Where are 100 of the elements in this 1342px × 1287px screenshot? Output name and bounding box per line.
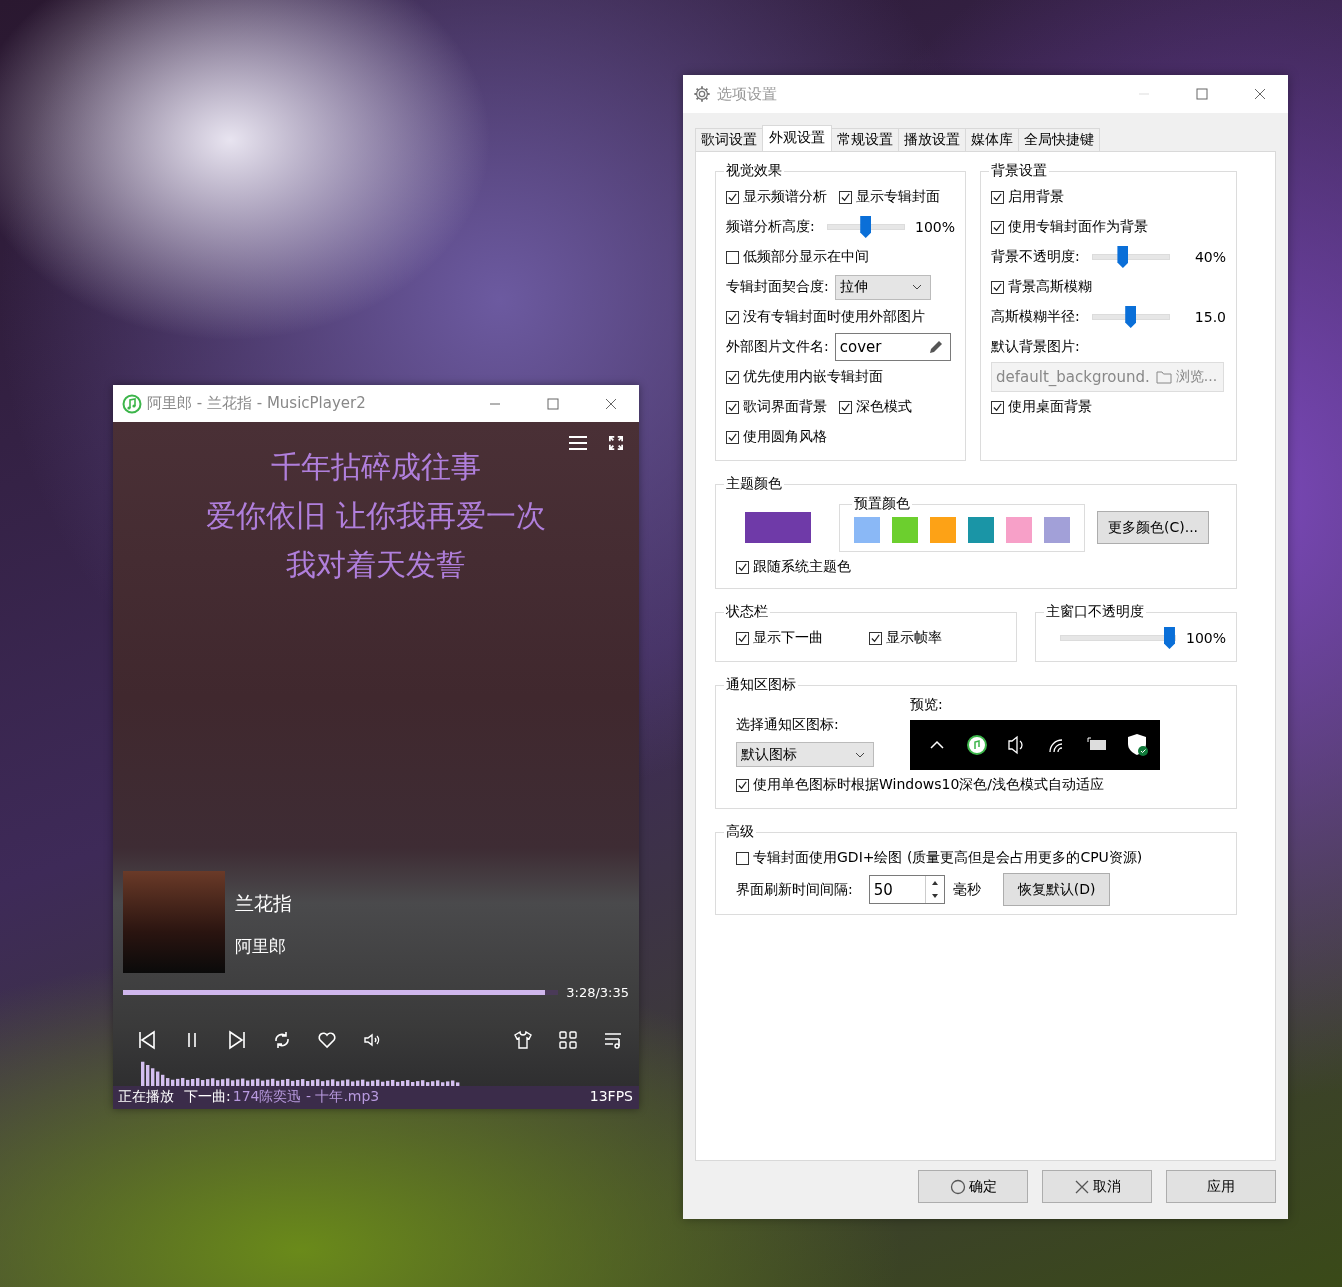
checkbox-label: 优先使用内嵌专辑封面 [743, 368, 883, 386]
group-title: 通知区图标 [725, 676, 797, 694]
checkbox[interactable] [726, 310, 739, 324]
checkbox[interactable] [736, 560, 749, 574]
menu-icon[interactable] [569, 436, 587, 450]
checkbox-label: 低频部分显示在中间 [743, 248, 869, 266]
checkbox-label: 使用圆角风格 [743, 428, 827, 446]
checkbox[interactable] [736, 851, 749, 865]
checkbox-label: 显示下一曲 [753, 629, 823, 647]
lyric-line: 爱你依旧 让你我再爱一次 [206, 497, 546, 534]
checkbox-label: 使用桌面背景 [1008, 398, 1092, 416]
settings-icon [693, 85, 711, 103]
checkbox[interactable] [736, 631, 749, 645]
slider-thumb[interactable] [1163, 627, 1175, 649]
checkbox-label: 使用专辑封面作为背景 [1008, 218, 1148, 236]
maximize-icon[interactable] [547, 397, 559, 410]
checkbox-label: 使用单色图标时根据Windows10深色/浅色模式自动适应 [753, 776, 1105, 794]
input-field[interactable]: cover [834, 333, 951, 361]
tab[interactable]: 歌词设置 [695, 128, 763, 151]
checkbox-label: 跟随系统主题色 [753, 558, 851, 576]
lyric-line: 千年拈碎成往事 [271, 448, 481, 485]
more-colors-button[interactable]: 更多颜色(C)... [1097, 511, 1210, 544]
number-field[interactable]: 50 [868, 875, 945, 904]
slider-label: 高斯模糊半径: [991, 308, 1080, 326]
color-swatch[interactable] [854, 517, 880, 543]
artist-name: 阿里郎 [235, 935, 287, 958]
checkbox[interactable] [726, 370, 739, 384]
time-display: 3:28/3:35 [566, 985, 629, 1000]
next-song-name: 174陈奕迅 - 十年.mp3 [232, 1088, 380, 1106]
fullscreen-icon[interactable] [607, 436, 625, 450]
field-label: 默认背景图片: [991, 338, 1080, 356]
checkbox[interactable] [991, 280, 1004, 294]
checkbox[interactable] [726, 430, 739, 444]
field-label: 专辑封面契合度: [726, 278, 829, 296]
checkbox[interactable] [736, 778, 749, 792]
cross-icon [1073, 1178, 1090, 1195]
color-swatch[interactable] [1044, 517, 1070, 543]
checkbox[interactable] [726, 250, 739, 264]
chevron-down-icon [855, 751, 865, 758]
checkbox[interactable] [991, 190, 1004, 204]
field-label: 界面刷新时间间隔: [736, 880, 853, 899]
checkbox-label: 显示专辑封面 [856, 188, 940, 206]
dropdown[interactable]: 拉伸 [834, 274, 931, 300]
color-swatch[interactable] [892, 517, 918, 543]
checkbox[interactable] [839, 400, 852, 414]
song-title: 兰花指 [235, 891, 292, 916]
checkbox-label: 显示帧率 [886, 629, 942, 647]
slider-value: 100% [914, 219, 955, 235]
shirt-icon[interactable] [513, 1030, 533, 1050]
pencil-icon[interactable] [927, 339, 944, 355]
status-label: 正在播放 [118, 1088, 174, 1106]
window-title: 选项设置 [717, 84, 777, 104]
checkbox[interactable] [991, 400, 1004, 414]
restore-defaults-button[interactable]: 恢复默认(D) [1002, 873, 1111, 906]
checkbox[interactable] [869, 631, 882, 645]
slider-thumb[interactable] [860, 216, 872, 238]
dropdown[interactable]: 默认图标 [736, 742, 874, 767]
repeat-icon[interactable] [272, 1030, 292, 1050]
ok-button[interactable]: 确定 [918, 1170, 1028, 1203]
group-title: 预置颜色 [853, 495, 911, 513]
next-song-label: 下一曲: [184, 1088, 231, 1106]
close-icon[interactable] [1254, 88, 1266, 100]
checkbox[interactable] [726, 190, 739, 204]
group-title: 主窗口不透明度 [1045, 603, 1145, 621]
checkbox-label: 启用背景 [1008, 188, 1064, 206]
playlist-icon[interactable] [603, 1030, 623, 1050]
group-title: 状态栏 [725, 603, 769, 621]
checkbox[interactable] [839, 190, 852, 204]
checkbox-label: 背景高斯模糊 [1008, 278, 1092, 296]
window-title: 阿里郎 - 兰花指 - MusicPlayer2 [147, 394, 366, 413]
color-swatch[interactable] [968, 517, 994, 543]
chevron-down-icon [911, 284, 922, 290]
slider-thumb[interactable] [1125, 306, 1137, 328]
slider-value: 15.0 [1194, 309, 1226, 325]
slider-value: 100% [1185, 630, 1226, 646]
tab[interactable]: 全局快捷键 [1018, 128, 1100, 151]
next-icon[interactable] [227, 1030, 247, 1050]
field-label: 预览: [910, 696, 944, 714]
close-icon[interactable] [605, 397, 617, 410]
checkbox[interactable] [726, 400, 739, 414]
group-title: 高级 [725, 823, 755, 841]
color-swatch[interactable] [930, 517, 956, 543]
slider-thumb[interactable] [1117, 246, 1129, 268]
apply-button[interactable]: 应用 [1166, 1170, 1276, 1203]
grid-icon[interactable] [558, 1030, 578, 1050]
group-title: 背景设置 [990, 162, 1048, 180]
heart-icon[interactable] [317, 1030, 337, 1050]
tab[interactable]: 外观设置 [762, 125, 832, 151]
group-title: 视觉效果 [725, 162, 783, 180]
cancel-button[interactable]: 取消 [1042, 1170, 1152, 1203]
fps-counter: 13FPS [589, 1088, 633, 1106]
checkbox[interactable] [991, 220, 1004, 234]
music-note-icon [122, 393, 142, 414]
checkbox-label: 深色模式 [856, 398, 912, 416]
checkbox-label: 专辑封面使用GDI+绘图 (质量更高但是会占用更多的CPU资源) [753, 849, 1143, 867]
unit-label: 毫秒 [952, 880, 981, 899]
maximize-icon[interactable] [1196, 88, 1208, 100]
color-swatch[interactable] [1006, 517, 1032, 543]
group-title: 主题颜色 [725, 475, 783, 493]
previous-icon[interactable] [137, 1030, 157, 1050]
